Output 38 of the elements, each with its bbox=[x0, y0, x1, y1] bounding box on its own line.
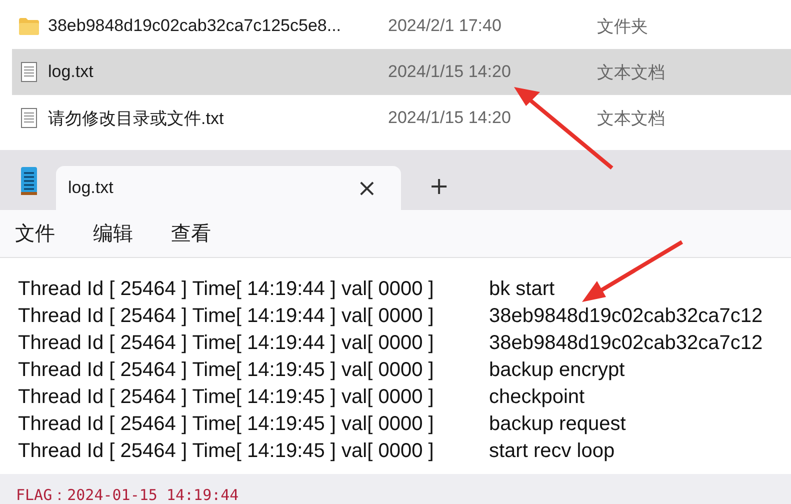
document-icon bbox=[21, 108, 37, 128]
log-message: bk start bbox=[489, 278, 555, 301]
log-message: 38eb9848d19c02cab32ca7c12 bbox=[489, 305, 763, 328]
menu-item[interactable]: 文件 bbox=[15, 220, 55, 247]
log-message: start recv loop bbox=[489, 440, 615, 463]
log-prefix: Thread Id [ 25464 ] Time[ 14:19:45 ] val[ 0000 ] bbox=[18, 440, 435, 463]
log-prefix: Thread Id [ 25464 ] Time[ 14:19:44 ] val[ 0000 ] bbox=[18, 305, 435, 328]
close-tab-button[interactable]: × bbox=[352, 174, 381, 202]
file-type: 文本文档 bbox=[597, 108, 665, 130]
flag-caption: FLAG：2024-01-15 14:19:44 bbox=[16, 487, 239, 504]
log-prefix: Thread Id [ 25464 ] Time[ 14:19:45 ] val[ 0000 ] bbox=[18, 359, 435, 382]
file-row[interactable]: 请勿修改目录或文件.txt 2024/1/15 14:20 文本文档 bbox=[12, 95, 791, 141]
log-message: backup request bbox=[489, 413, 626, 436]
file-date: 2024/1/15 14:20 bbox=[388, 108, 512, 128]
log-prefix: Thread Id [ 25464 ] Time[ 14:19:44 ] val[ 0000 ] bbox=[18, 332, 435, 355]
new-tab-button[interactable]: + bbox=[423, 172, 456, 200]
log-message: checkpoint bbox=[489, 386, 585, 409]
log-message: 38eb9848d19c02cab32ca7c12 bbox=[489, 332, 763, 355]
file-row[interactable]: log.txt 2024/1/15 14:20 文本文档 bbox=[12, 49, 791, 95]
file-name: 请勿修改目录或文件.txt bbox=[48, 108, 225, 130]
file-date: 2024/1/15 14:20 bbox=[388, 62, 512, 82]
tab-title: log.txt bbox=[68, 178, 114, 198]
folder-icon bbox=[19, 18, 39, 34]
log-prefix: Thread Id [ 25464 ] Time[ 14:19:45 ] val[ 0000 ] bbox=[18, 386, 435, 409]
file-name: log.txt bbox=[48, 62, 94, 82]
file-type: 文件夹 bbox=[597, 16, 648, 38]
menu-item[interactable]: 编辑 bbox=[93, 220, 133, 247]
tab[interactable]: log.txt × bbox=[56, 166, 401, 210]
file-row[interactable]: 38eb9848d19c02cab32ca7c125c5e8... 2024/2/1 17:40 文件夹 bbox=[12, 3, 791, 49]
menu-item[interactable]: 查看 bbox=[171, 220, 211, 247]
file-type: 文本文档 bbox=[597, 62, 665, 84]
log-prefix: Thread Id [ 25464 ] Time[ 14:19:44 ] val[ 0000 ] bbox=[18, 278, 435, 301]
log-message: backup encrypt bbox=[489, 359, 625, 382]
log-prefix: Thread Id [ 25464 ] Time[ 14:19:45 ] val[ 0000 ] bbox=[18, 413, 435, 436]
file-date: 2024/2/1 17:40 bbox=[388, 16, 502, 36]
file-name: 38eb9848d19c02cab32ca7c125c5e8... bbox=[48, 16, 342, 36]
notepad-icon[interactable] bbox=[20, 166, 38, 196]
document-icon bbox=[21, 62, 37, 82]
